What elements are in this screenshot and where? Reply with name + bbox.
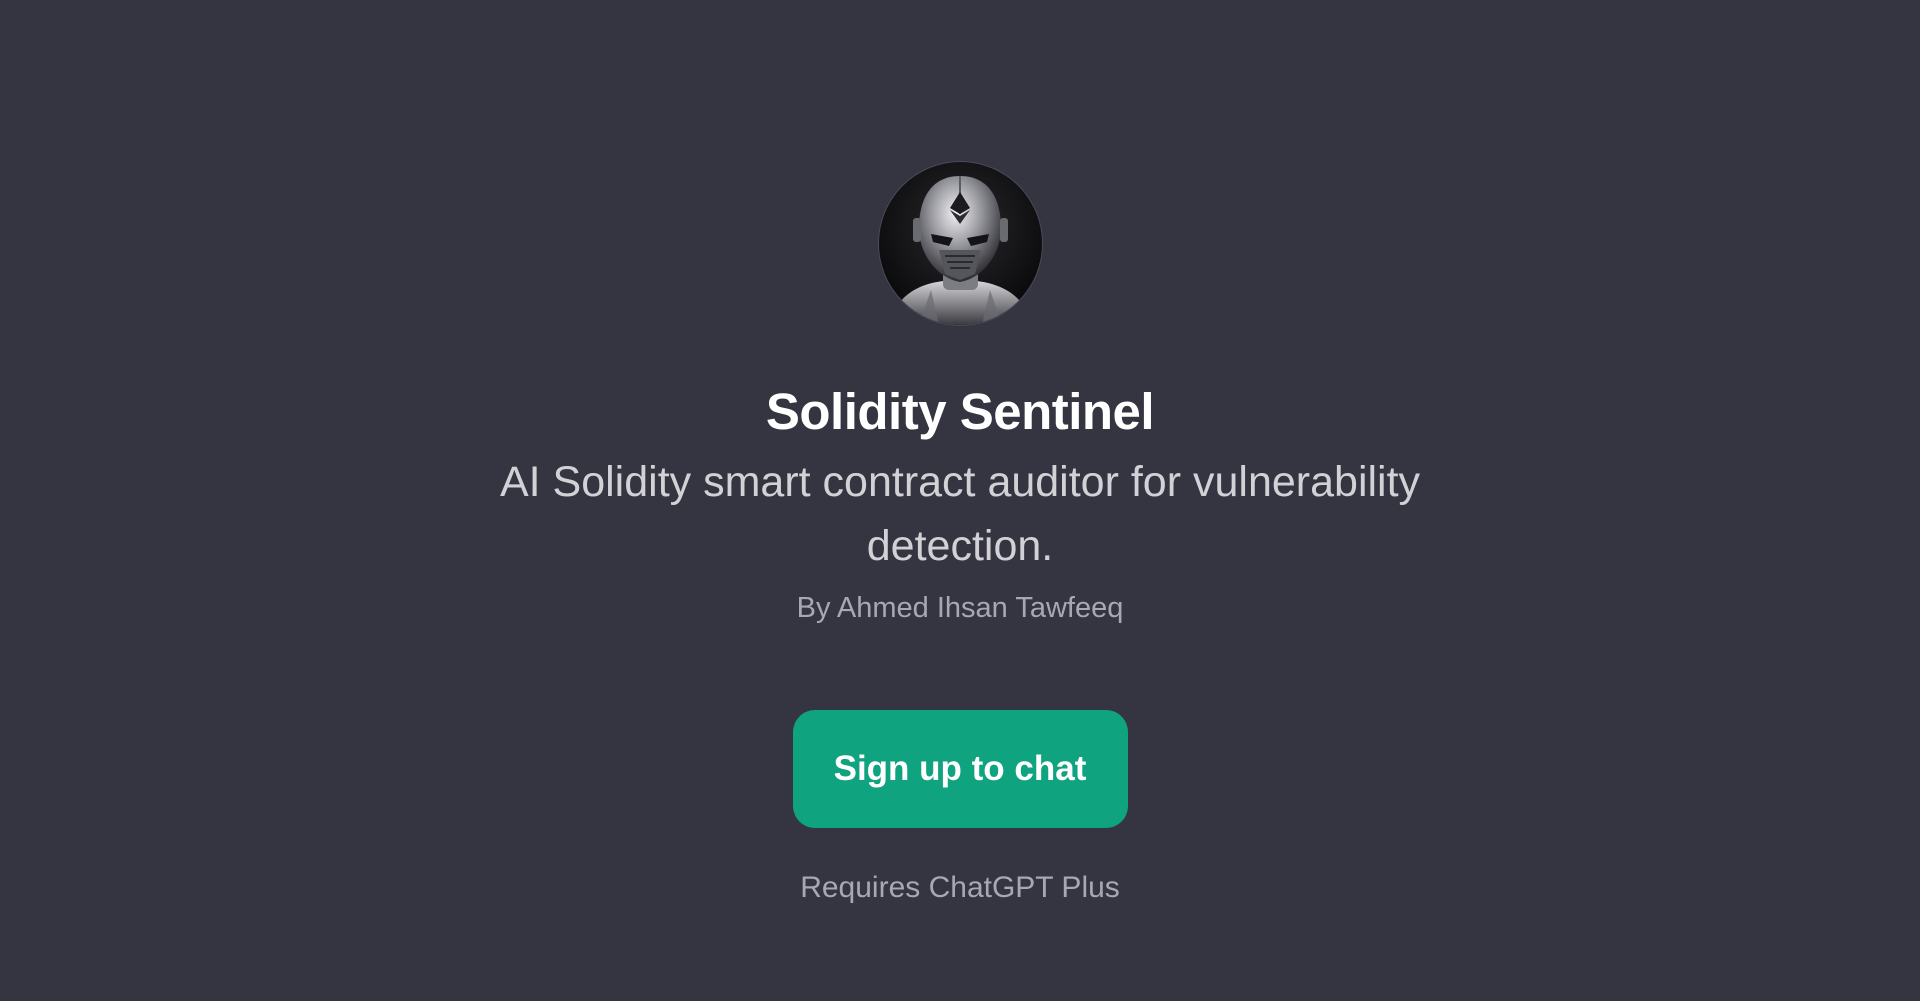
gpt-description: AI Solidity smart contract auditor for v…: [499, 458, 1421, 570]
gpt-author: By Ahmed Ihsan Tawfeeq: [796, 592, 1124, 624]
gpt-title: Solidity Sentinel: [765, 383, 1155, 440]
gpt-avatar: [878, 162, 1042, 325]
robot-avatar-icon: [888, 176, 1032, 325]
requirement-note: Requires ChatGPT Plus: [800, 871, 1120, 904]
gpt-landing-page: Solidity Sentinel AI Solidity smart cont…: [0, 0, 1920, 1001]
signup-button[interactable]: Sign up to chat: [792, 710, 1128, 828]
